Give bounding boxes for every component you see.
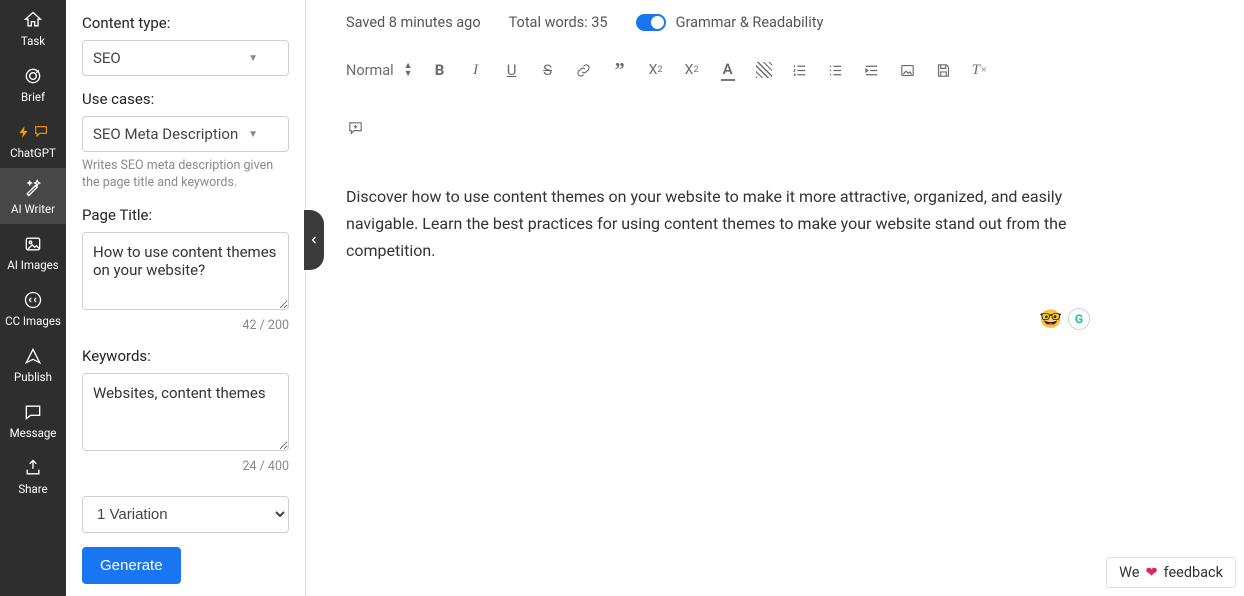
rail-label: AI Writer	[11, 202, 55, 216]
rail-label: Message	[10, 426, 57, 440]
strike-button[interactable]: S	[539, 59, 557, 81]
config-panel: Content type: SEO ▼ Use cases: SEO Meta …	[66, 0, 306, 596]
feedback-prefix: We	[1119, 564, 1139, 581]
unordered-list-button[interactable]	[827, 59, 845, 81]
saved-status: Saved 8 minutes ago	[346, 14, 481, 31]
rail-item-chatgpt[interactable]: ChatGPT	[0, 112, 66, 168]
assistant-badges: 🤓 G	[1040, 308, 1090, 330]
add-comment-button[interactable]	[346, 117, 364, 139]
rail-label: AI Images	[7, 258, 58, 272]
keywords-label: Keywords:	[82, 347, 289, 365]
content-type-select[interactable]: SEO ▼	[82, 40, 289, 76]
subscript-button[interactable]: X2	[647, 59, 665, 81]
nerd-face-icon[interactable]: 🤓	[1040, 309, 1062, 330]
feedback-button[interactable]: We ❤ feedback	[1106, 557, 1236, 588]
chevron-down-icon: ▼	[248, 53, 258, 64]
bold-button[interactable]: B	[431, 59, 449, 81]
use-cases-select[interactable]: SEO Meta Description ▼	[82, 116, 289, 152]
feedback-suffix: feedback	[1164, 564, 1223, 581]
content-type-label: Content type:	[82, 14, 289, 32]
share-icon	[23, 458, 43, 478]
grammarly-icon[interactable]: G	[1068, 308, 1090, 330]
target-icon	[23, 66, 43, 86]
rail-label: Share	[18, 482, 47, 496]
rail-item-message[interactable]: Message	[0, 392, 66, 448]
italic-button[interactable]: I	[467, 59, 485, 81]
home-icon	[23, 10, 43, 30]
rail-item-ai-writer[interactable]: AI Writer	[0, 168, 66, 224]
font-color-button[interactable]: A	[719, 59, 737, 81]
word-count: Total words: 35	[509, 14, 608, 31]
highlight-button[interactable]	[755, 59, 773, 81]
grammar-toggle-label: Grammar & Readability	[676, 14, 824, 31]
quote-button[interactable]: ”	[611, 59, 629, 81]
content-type-value: SEO	[93, 49, 121, 67]
indent-button[interactable]	[863, 59, 881, 81]
rail-item-cc-images[interactable]: CC Images	[0, 280, 66, 336]
grammar-toggle[interactable]	[636, 14, 666, 31]
keywords-input[interactable]	[82, 373, 289, 451]
image-icon	[23, 234, 43, 254]
rail-label: ChatGPT	[10, 146, 56, 160]
superscript-button[interactable]: X2	[683, 59, 701, 81]
editor-area: Saved 8 minutes ago Total words: 35 Gram…	[306, 0, 1244, 596]
ordered-list-button[interactable]	[791, 59, 809, 81]
rail-label: Task	[21, 34, 45, 48]
link-button[interactable]	[575, 59, 593, 81]
generate-button[interactable]: Generate	[82, 547, 181, 584]
chevron-down-icon: ▼	[248, 129, 258, 140]
rail-label: Publish	[14, 370, 52, 384]
page-title-input[interactable]	[82, 232, 289, 310]
use-cases-label: Use cases:	[82, 90, 289, 108]
send-icon	[23, 346, 43, 366]
variations-select[interactable]: 1 Variation	[82, 496, 289, 533]
keywords-counter: 24 / 400	[82, 459, 289, 474]
toolbar: Normal ▲▼ B I U S ” X2 X2 A	[342, 53, 1204, 153]
wand-icon	[23, 178, 43, 198]
rail-label: Brief	[21, 90, 45, 104]
use-cases-value: SEO Meta Description	[93, 125, 238, 143]
side-rail: Task Brief ChatGPT AI Writer AI Ima	[0, 0, 66, 596]
clear-format-button[interactable]: T×	[971, 59, 989, 81]
rail-label: CC Images	[5, 314, 61, 328]
hatch-icon	[756, 62, 772, 78]
rail-item-brief[interactable]: Brief	[0, 56, 66, 112]
heading-select[interactable]: Normal ▲▼	[346, 62, 413, 79]
page-title-label: Page Title:	[82, 206, 289, 224]
use-cases-hint: Writes SEO meta description given the pa…	[82, 158, 289, 192]
rail-item-task[interactable]: Task	[0, 0, 66, 56]
page-title-counter: 42 / 200	[82, 318, 289, 333]
rail-item-publish[interactable]: Publish	[0, 336, 66, 392]
sort-arrows-icon: ▲▼	[404, 62, 413, 78]
save-button[interactable]	[935, 59, 953, 81]
editor-body[interactable]: Discover how to use content themes on yo…	[342, 153, 1102, 265]
message-icon	[23, 402, 43, 422]
chat-icon	[17, 122, 49, 142]
rail-item-ai-images[interactable]: AI Images	[0, 224, 66, 280]
heart-icon: ❤	[1145, 564, 1157, 581]
rail-item-share[interactable]: Share	[0, 448, 66, 504]
underline-button[interactable]: U	[503, 59, 521, 81]
cc-icon	[23, 290, 43, 310]
image-button[interactable]	[899, 59, 917, 81]
editor-meta: Saved 8 minutes ago Total words: 35 Gram…	[342, 14, 1204, 31]
